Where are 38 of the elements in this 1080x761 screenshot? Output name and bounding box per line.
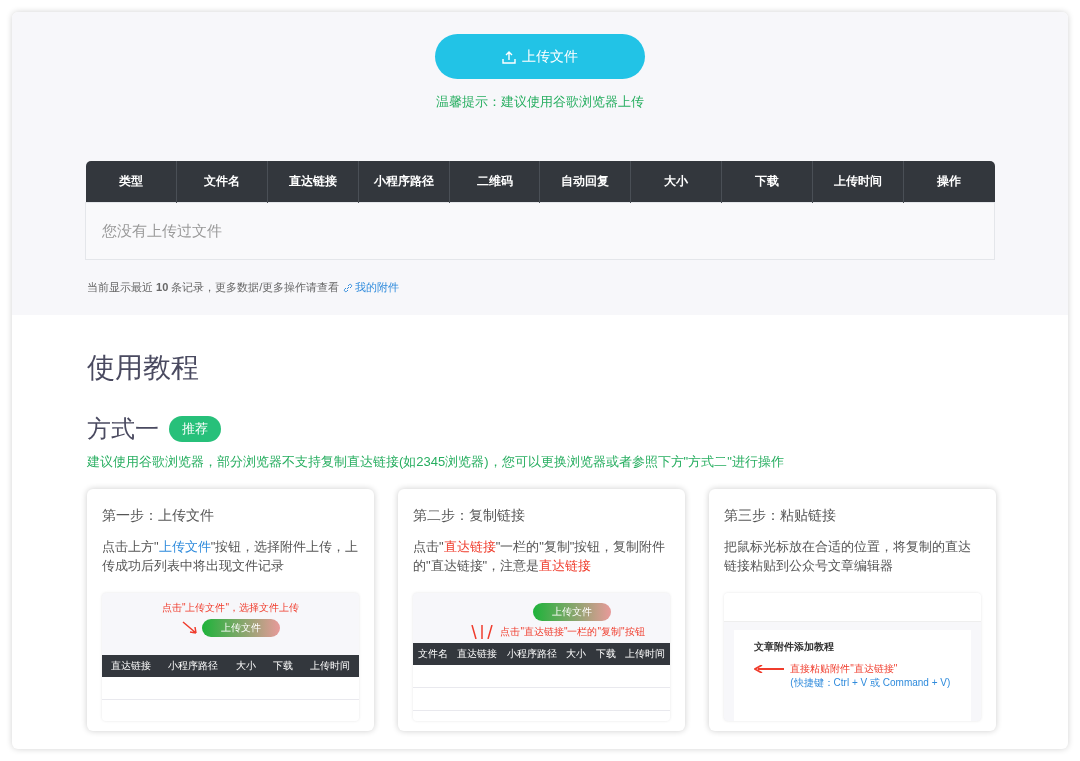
upload-tip: 温馨提示：建议使用谷歌浏览器上传: [436, 93, 644, 111]
column-header: 自动回复: [539, 161, 631, 203]
annotation-text: 直接粘贴附件"直达链接": [790, 662, 898, 676]
link-icon: [343, 282, 354, 293]
upload-button-preview: 上传文件: [201, 619, 280, 637]
annotation-text: 点击"上传文件"，选择文件上传: [161, 601, 300, 615]
tutorial-title: 使用教程: [87, 351, 200, 385]
my-attachments-link[interactable]: 我的附件: [343, 280, 400, 295]
records-note: 当前显示最近 10 条记录，更多数据/更多操作请查看: [87, 280, 340, 295]
step-description: 点击上方"上传文件"按钮，选择附件上传，上传成功后列表中将出现文件记录: [102, 538, 359, 575]
step-title: 第三步：粘贴链接: [724, 507, 837, 525]
article-title: 文章附件添加教程: [754, 640, 836, 654]
arrow-icon: [754, 665, 785, 673]
column-header: 类型: [85, 161, 177, 203]
column-header: 大小: [630, 161, 722, 203]
step-description: 把鼠标光标放在合适的位置，将复制的直达链接粘贴到公众号文章编辑器: [724, 538, 972, 575]
upload-icon: [502, 49, 516, 64]
recommended-badge: 推荐: [169, 416, 221, 442]
step-description: 点击"直达链接"一栏的"复制"按钮，复制附件的"直达链接"，注意是直达链接: [413, 538, 667, 575]
column-header: 操作: [903, 161, 995, 203]
upload-button[interactable]: 上传文件: [435, 34, 645, 79]
column-header: 直达链接: [267, 161, 359, 203]
step-title: 第一步：上传文件: [102, 507, 215, 525]
method-note: 建议使用谷歌浏览器，部分浏览器不支持复制直达链接(如2345浏览器)，您可以更换浏览器或者参照下方"方式二"进行操作: [87, 453, 785, 471]
step-title: 第二步：复制链接: [413, 507, 526, 525]
column-header: 上传时间: [812, 161, 904, 203]
upload-button-preview: 上传文件: [532, 603, 611, 621]
column-header: 二维码: [449, 161, 540, 203]
annotation-text: 点击"直达链接"一栏的"复制"按钮: [500, 625, 645, 639]
column-header: 文件名: [176, 161, 268, 203]
column-header: 下载: [721, 161, 813, 203]
column-header: 小程序路径: [358, 161, 450, 203]
shortcut-hint: (快捷键：Ctrl + V 或 Command + V): [790, 676, 952, 689]
table-header-preview: 文件名 直达链接 小程序路径 大小 下载 上传时间: [413, 643, 670, 665]
method-title: 方式一: [87, 414, 159, 444]
arrow-icon: [181, 621, 198, 635]
table-header-preview: 直达链接 小程序路径 大小 下载 上传时间: [102, 655, 359, 677]
empty-message: 您没有上传过文件: [85, 202, 995, 260]
